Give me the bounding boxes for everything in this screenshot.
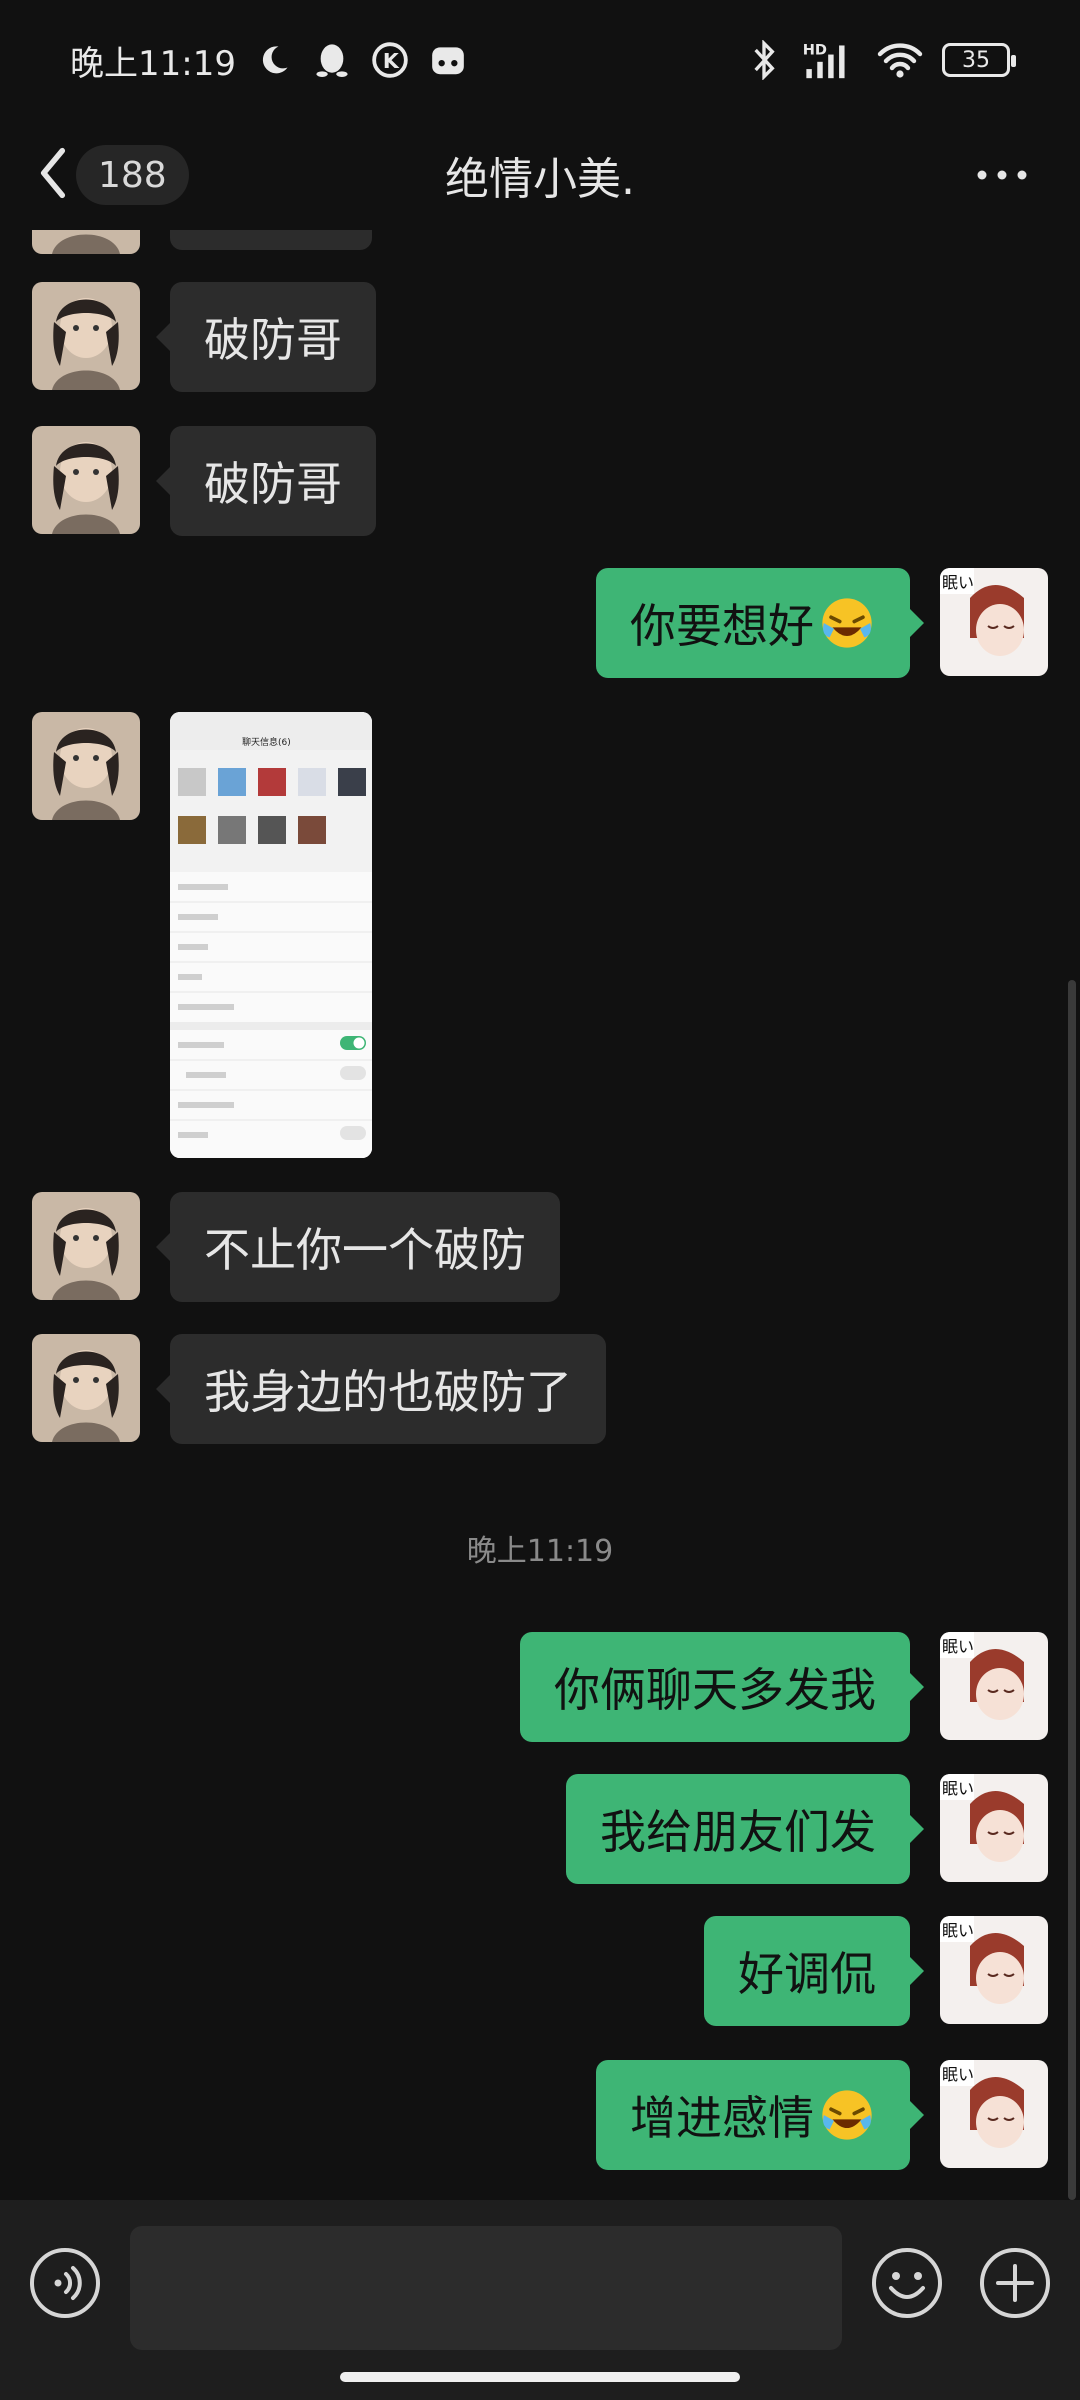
voice-input-button[interactable] [28,2246,102,2320]
moon-icon [254,40,294,80]
my-sticker-avatar[interactable]: 眠い [940,1632,1048,1740]
incoming-message-bubble[interactable]: 不止你一个破防 [156,1192,560,1302]
battery-indicator: 35 [942,43,1016,77]
my-sticker-avatar[interactable]: 眠い [940,1774,1048,1882]
laughing-crying-emoji-icon [818,2086,876,2144]
status-time: 晚上11:19 [70,43,236,84]
svg-text:K: K [383,49,400,73]
message-text: 增进感情 [630,2091,814,2145]
chevron-left-icon [38,147,68,203]
message-timestamp: 晚上11:19 [466,1534,614,1569]
message-text: 你要想好 [630,599,814,653]
chat-title: 绝情小美. [445,154,635,205]
screenshot-title: 聊天信息(6) [242,736,291,748]
message-list-scrollbar[interactable] [1068,980,1076,2200]
home-indicator[interactable] [340,2372,740,2382]
contact-avatar[interactable] [32,1334,140,1442]
unread-count-badge: 188 [76,145,189,205]
smiley-icon [870,2248,944,2324]
incoming-message-bubble[interactable]: 破防哥 [156,282,376,392]
sticker-label: 眠い [942,1637,974,1656]
contact-avatar[interactable] [32,282,140,390]
status-bar: 晚上11:19 K HD 35 [0,0,1080,120]
contact-avatar[interactable] [32,712,140,820]
incoming-message-bubble[interactable]: 破防哥 [156,426,376,536]
my-sticker-avatar[interactable]: 眠い [940,568,1048,676]
bluetooth-icon [744,40,784,80]
sticker-label: 眠い [942,573,974,592]
incoming-message-bubble[interactable]: 我身边的也破防了 [156,1334,606,1444]
k-circle-icon: K [370,40,410,80]
sticker-label: 眠い [942,1921,974,1940]
laughing-crying-emoji-icon [818,594,876,652]
outgoing-message-bubble[interactable]: 我给朋友们发 [566,1774,924,1884]
outgoing-message-bubble[interactable]: 好调侃 [704,1916,924,2026]
my-sticker-avatar[interactable]: 眠い [940,1916,1048,2024]
status-right: HD 35 [744,40,1016,80]
sticker-label: 眠い [942,1779,974,1798]
plus-icon [978,2248,1052,2324]
more-actions-button[interactable] [978,2246,1052,2320]
outgoing-message-bubble[interactable]: 你要想好 [596,568,924,678]
my-sticker-avatar[interactable]: 眠い [940,2060,1048,2168]
emoji-button[interactable] [870,2246,944,2320]
game-app-icon [428,40,468,80]
chat-input-bar [0,2200,1080,2400]
chat-header: 188 绝情小美. [0,120,1080,230]
voice-wave-icon [28,2248,102,2324]
back-button[interactable]: 188 [38,142,189,208]
message-list[interactable]: 破防哥 破防哥 你要想好 眠い 聊天信息(6) 不止你一个破防 我身边的也破防了… [0,230,1080,2200]
outgoing-message-bubble[interactable]: 你俩聊天多发我 [520,1632,924,1742]
network-type-label: HD [803,43,827,59]
qq-penguin-icon [312,40,352,80]
partial-message-bubble[interactable] [170,230,372,250]
sticker-label: 眠い [942,2065,974,2084]
contact-avatar[interactable] [32,230,140,254]
image-message-screenshot[interactable]: 聊天信息(6) [170,712,372,1158]
more-options-button[interactable] [974,150,1030,200]
more-dots-icon [974,170,1030,204]
wifi-icon [876,40,924,80]
outgoing-message-bubble[interactable]: 增进感情 [596,2060,924,2170]
message-input[interactable] [130,2226,842,2350]
contact-avatar[interactable] [32,1192,140,1300]
cellular-signal-icon: HD [802,40,858,80]
contact-avatar[interactable] [32,426,140,534]
status-left: 晚上11:19 K [70,36,468,85]
